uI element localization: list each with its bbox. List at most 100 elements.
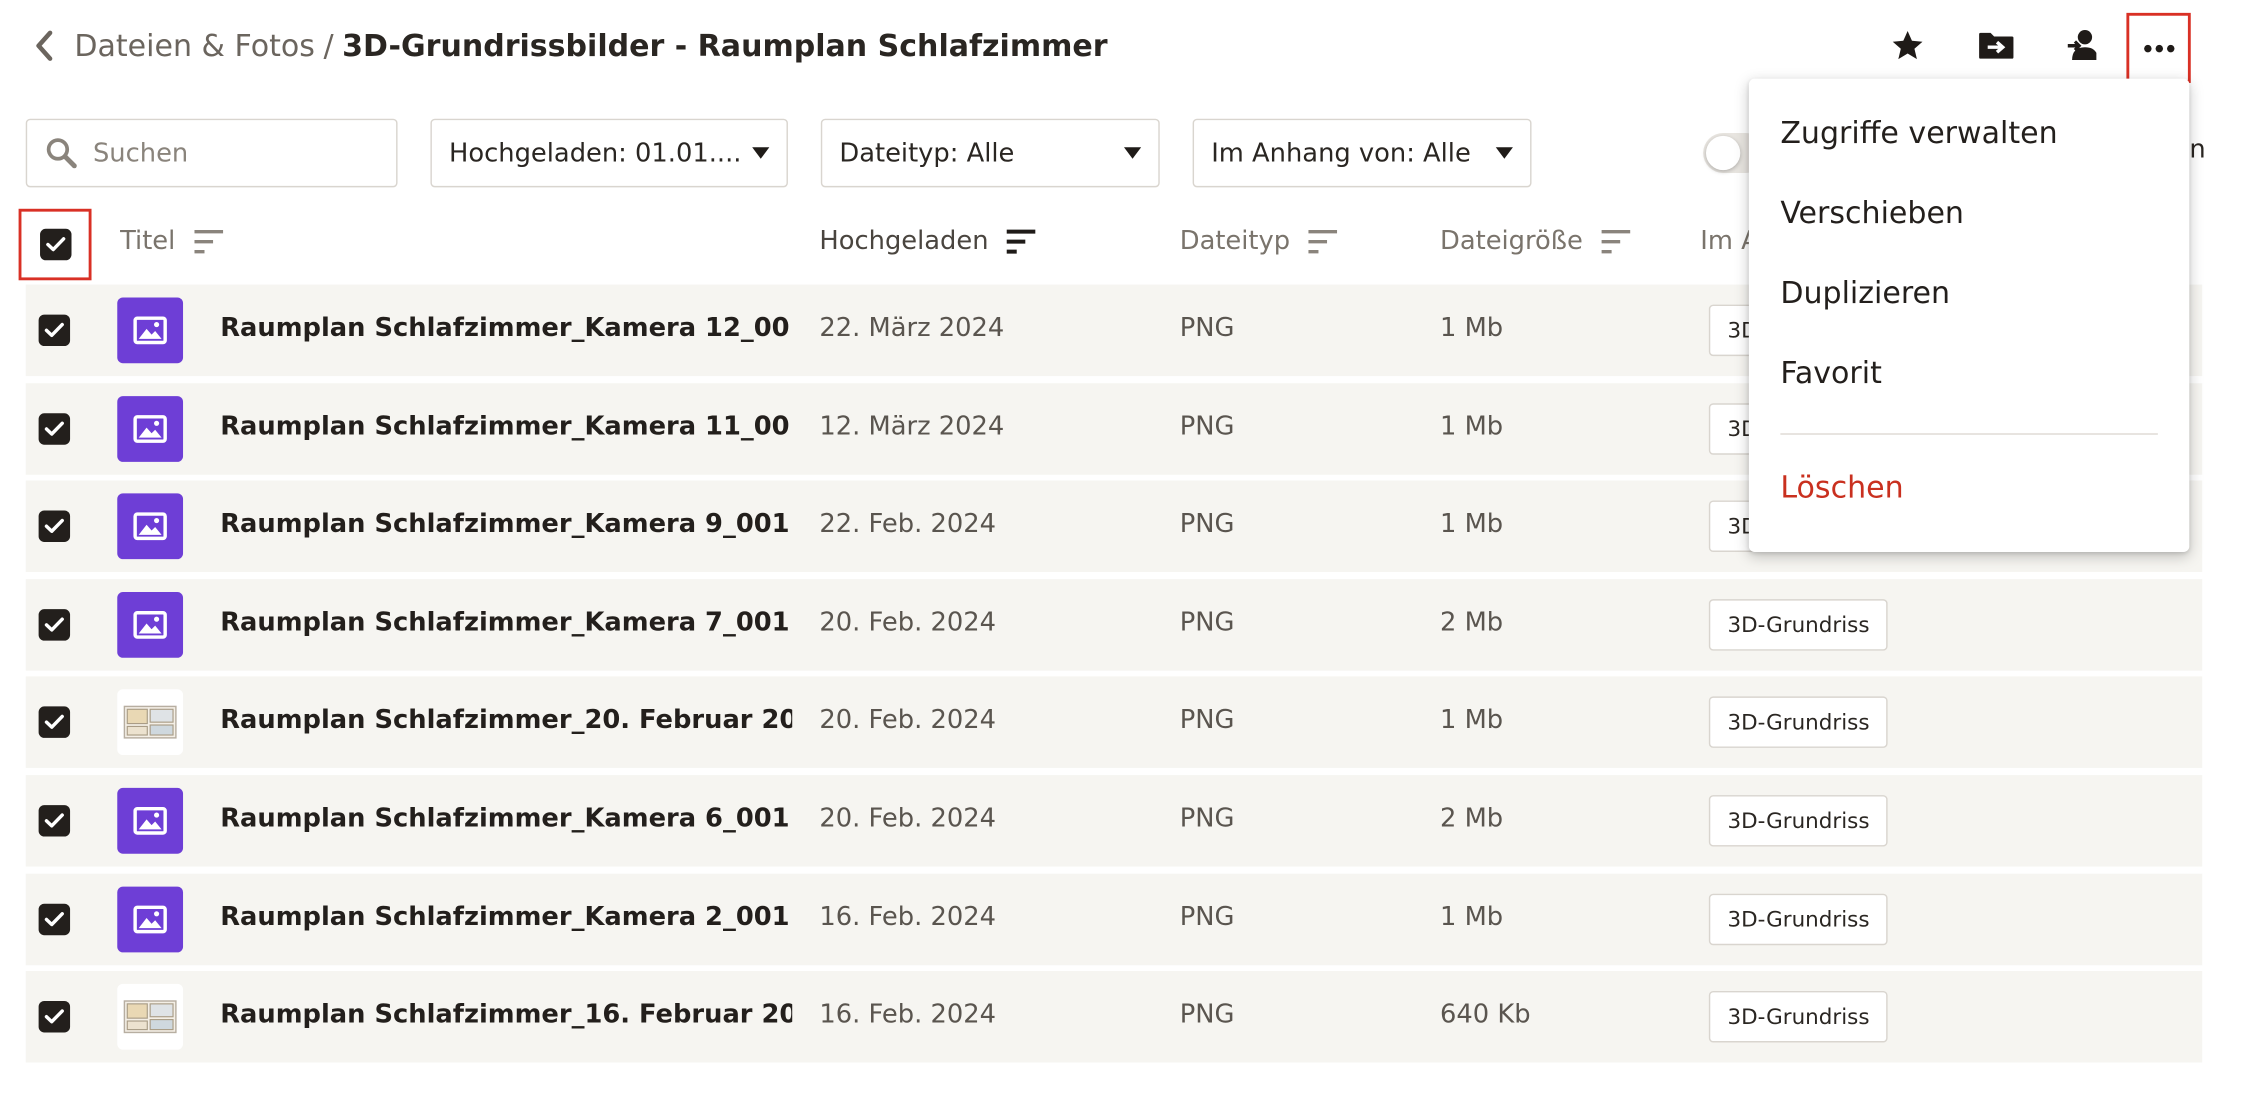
uploaded-filter-value: Hochgeladen: 01.01.... [449,137,741,169]
file-title[interactable]: Raumplan Schlafzimmer_Kamera 7_001 [220,607,792,637]
attached-tag[interactable]: 3D-Grundriss [1708,893,1889,945]
page-title: 3D-Grundrissbilder - Raumplan Schlafzimm… [342,28,1108,63]
image-icon [117,787,184,854]
content-root: Dateien & Fotos/3D-Grundrissbilder - Rau… [0,0,2242,1102]
checkmark-icon [44,813,64,828]
menu-item-duplicate[interactable]: Duplizieren [1780,276,1950,310]
row-checkbox[interactable] [38,412,71,445]
search-icon [46,138,77,169]
menu-divider [1780,433,2158,435]
file-title[interactable]: Raumplan Schlafzimmer_Kamera 6_001 [220,804,792,834]
attached-tag[interactable]: 3D-Grundriss [1708,598,1889,651]
toggle-knob [1705,135,1741,171]
file-title[interactable]: Raumplan Schlafzimmer_Kamera 2_001 [220,902,792,932]
row-checkbox[interactable] [38,903,71,935]
checkmark-icon [44,617,64,632]
floorplan-thumbnail [117,689,184,756]
file-title[interactable]: Raumplan Schlafzimmer_20. Februar 2024..… [220,706,792,736]
attached-tag[interactable]: 3D-Grundriss [1708,795,1889,847]
menu-item-favorite[interactable]: Favorit [1780,356,1882,390]
column-header-uploaded[interactable]: Hochgeladen [819,226,1037,256]
file-type: PNG [1179,901,1235,932]
uploaded-filter-dropdown[interactable]: Hochgeladen: 01.01.... [430,118,788,188]
column-header-filetype[interactable]: Dateityp [1180,226,1339,256]
move-to-folder-button[interactable] [1973,23,2019,69]
table-row[interactable]: Raumplan Schlafzimmer_20. Februar 2024..… [25,676,2203,769]
file-upload-date: 16. Feb. 2024 [819,999,996,1030]
share-access-button[interactable] [2061,23,2107,69]
row-checkbox[interactable] [38,706,71,739]
search-input[interactable] [92,137,365,169]
row-checkbox[interactable] [38,1001,71,1033]
file-title[interactable]: Raumplan Schlafzimmer_16. Februar 2024 .… [220,1000,792,1030]
back-button[interactable] [29,27,60,64]
file-size: 1 Mb [1440,705,1504,736]
file-size: 1 Mb [1440,509,1504,540]
folder-move-icon [1979,32,2014,59]
checkmark-icon [44,1009,64,1024]
sort-descending-icon [1006,228,1037,254]
file-type: PNG [1179,803,1235,834]
file-title[interactable]: Raumplan Schlafzimmer_Kamera 9_001 [220,509,792,539]
file-upload-date: 20. Feb. 2024 [819,705,996,736]
file-type: PNG [1179,411,1235,442]
column-header-label: Dateigröße [1440,225,1583,256]
file-title[interactable]: Raumplan Schlafzimmer_Kamera 12_001 [220,313,792,343]
menu-item-delete[interactable]: Löschen [1780,470,1903,504]
sort-icon [192,228,223,254]
file-upload-date: 20. Feb. 2024 [819,607,996,638]
breadcrumb-separator: / [323,28,334,63]
row-checkbox[interactable] [38,314,71,347]
file-size: 2 Mb [1440,803,1504,834]
file-upload-date: 20. Feb. 2024 [819,803,996,834]
more-horizontal-icon [2143,44,2174,52]
attached-tag[interactable]: 3D-Grundriss [1708,991,1889,1043]
attached-filter-dropdown[interactable]: Im Anhang von: Alle [1192,118,1532,188]
more-options-button[interactable] [2126,12,2191,83]
table-row[interactable]: Raumplan Schlafzimmer_Kamera 7_001 20. Fe… [25,578,2203,671]
favorite-button[interactable] [1885,23,1931,69]
breadcrumb-parent-link[interactable]: Dateien & Fotos [74,29,315,63]
image-icon [117,886,184,952]
caret-down-icon [1495,147,1513,159]
sort-icon [1307,228,1338,254]
person-share-icon [2067,30,2097,61]
file-upload-date: 12. März 2024 [819,411,1005,442]
table-row[interactable]: Raumplan Schlafzimmer_Kamera 6_001 20. Fe… [25,775,2203,867]
menu-item-manage-access[interactable]: Zugriffe verwalten [1780,116,2057,150]
row-checkbox[interactable] [38,510,71,543]
checkmark-icon [44,322,64,338]
column-header-label: Hochgeladen [819,225,989,256]
attached-filter-value: Im Anhang von: Alle [1211,137,1471,169]
breadcrumb: Dateien & Fotos/3D-Grundrissbilder - Rau… [74,23,1107,69]
file-type: PNG [1179,607,1235,638]
table-row[interactable]: Raumplan Schlafzimmer_16. Februar 2024 .… [25,971,2203,1063]
caret-down-icon [1123,147,1142,159]
file-title[interactable]: Raumplan Schlafzimmer_Kamera 11_001 [220,411,792,441]
file-size: 2 Mb [1440,607,1504,638]
checkmark-icon [44,715,64,730]
more-options-menu: Zugriffe verwalten Verschieben Duplizier… [1748,78,2190,552]
row-checkbox[interactable] [38,805,71,837]
checkmark-icon [44,519,64,534]
filetype-filter-dropdown[interactable]: Dateityp: Alle [820,118,1160,188]
row-checkbox[interactable] [38,608,71,641]
attached-tag[interactable]: 3D-Grundriss [1708,696,1889,749]
file-size: 1 Mb [1440,901,1504,932]
menu-item-move[interactable]: Verschieben [1780,196,1964,230]
caret-down-icon [752,147,770,159]
file-upload-date: 22. März 2024 [819,313,1005,344]
file-type: PNG [1179,509,1235,540]
column-header-label: Dateityp [1179,225,1291,256]
file-size: 640 Kb [1440,999,1531,1030]
file-upload-date: 22. Feb. 2024 [819,509,996,540]
column-header-filesize[interactable]: Dateigröße [1440,226,1631,256]
table-row[interactable]: Raumplan Schlafzimmer_Kamera 2_001 16. Fe… [25,873,2203,965]
image-icon [117,395,184,462]
file-size: 1 Mb [1440,411,1504,442]
column-header-label: Titel [120,225,176,256]
image-icon [117,297,184,364]
image-icon [117,591,184,658]
column-header-title[interactable]: Titel [120,226,224,256]
filetype-filter-value: Dateityp: Alle [839,137,1015,169]
